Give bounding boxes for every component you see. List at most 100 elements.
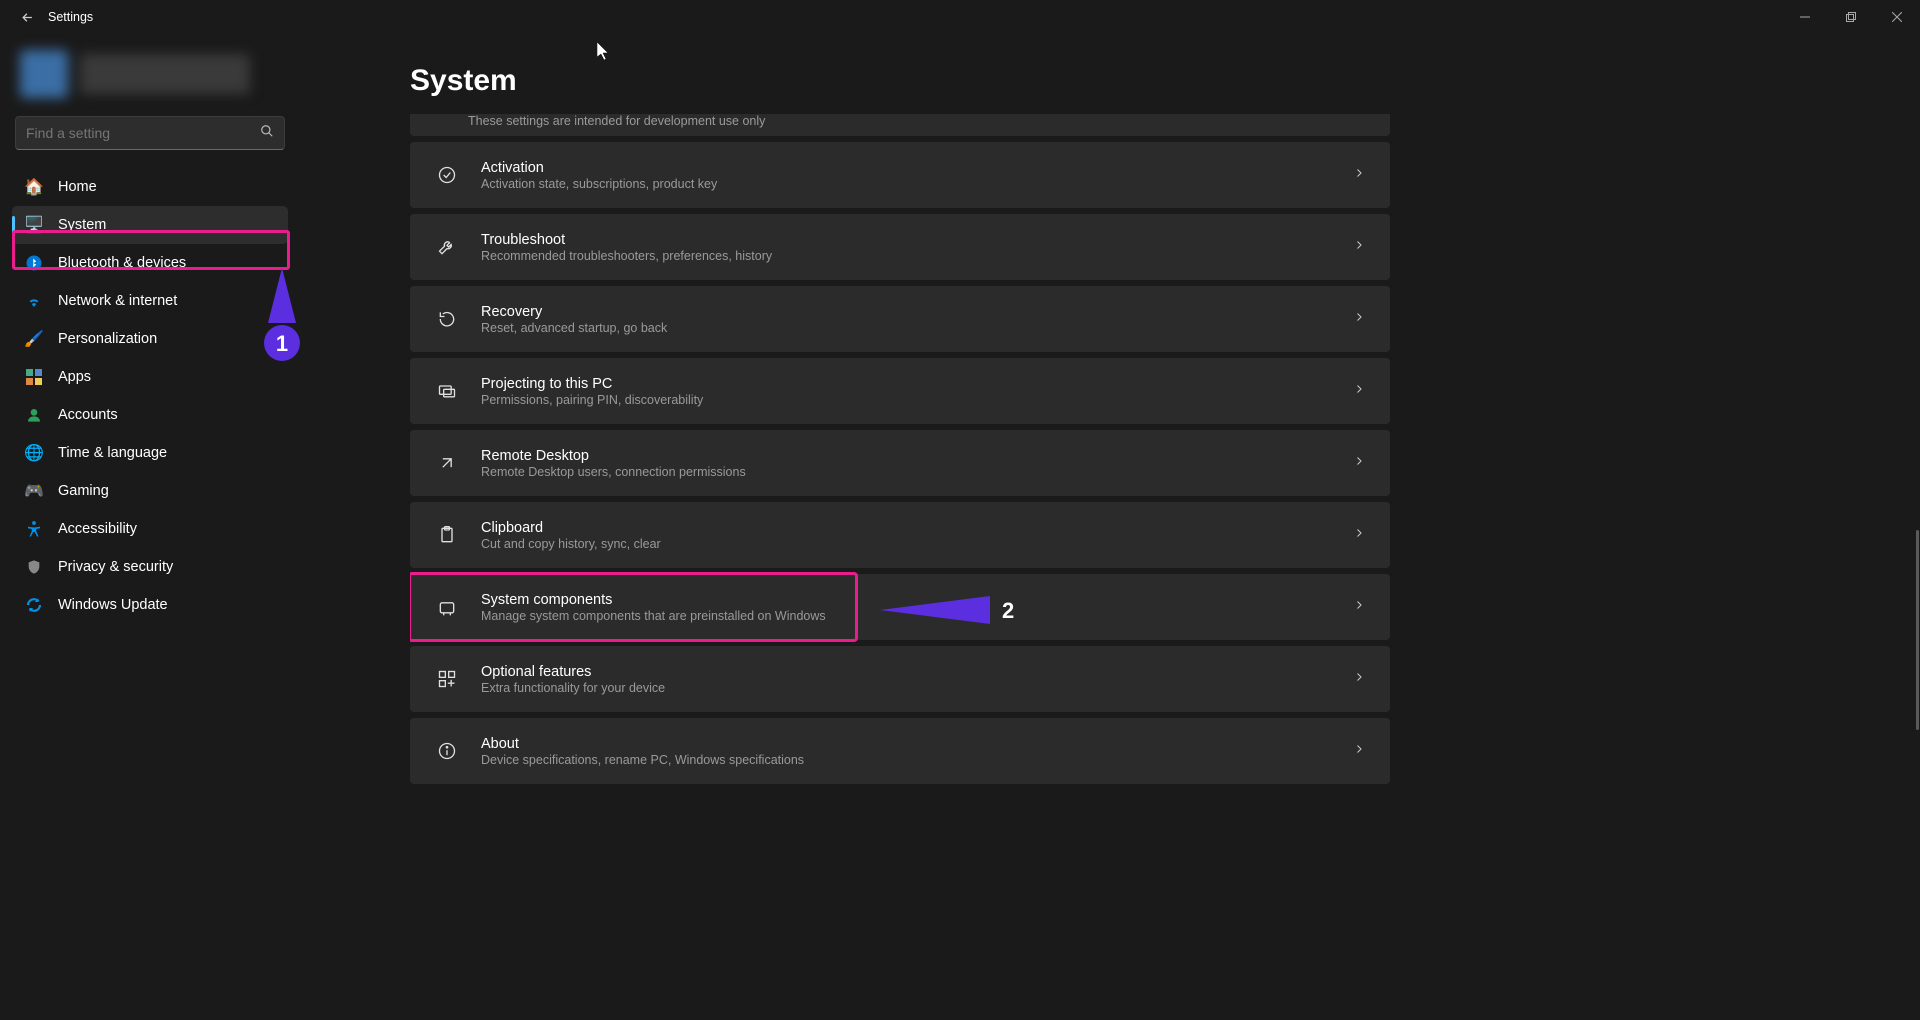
update-icon — [24, 595, 44, 615]
remote-desktop-icon — [435, 453, 459, 473]
components-icon — [435, 597, 459, 617]
minimize-button[interactable] — [1782, 0, 1828, 34]
card-recovery[interactable]: RecoveryReset, advanced startup, go back — [410, 286, 1390, 352]
card-sub: Extra functionality for your device — [481, 681, 665, 695]
card-developer-cutoff[interactable]: These settings are intended for developm… — [410, 114, 1390, 136]
card-about[interactable]: AboutDevice specifications, rename PC, W… — [410, 718, 1390, 784]
wifi-icon — [24, 291, 44, 311]
nav-item-system[interactable]: 🖥️System — [12, 206, 288, 244]
nav-item-network[interactable]: Network & internet — [12, 282, 288, 320]
chevron-right-icon — [1353, 598, 1365, 616]
nav-item-apps[interactable]: Apps — [12, 358, 288, 396]
card-sub: Manage system components that are preins… — [481, 609, 826, 623]
search-input[interactable] — [26, 125, 260, 141]
chevron-right-icon — [1353, 670, 1365, 688]
chevron-right-icon — [1353, 526, 1365, 544]
card-sub: Reset, advanced startup, go back — [481, 321, 667, 335]
settings-list: These settings are intended for developm… — [410, 114, 1920, 814]
avatar — [20, 50, 68, 98]
card-sub: Activation state, subscriptions, product… — [481, 177, 717, 191]
card-sub: Recommended troubleshooters, preferences… — [481, 249, 772, 263]
checkmark-circle-icon — [435, 165, 459, 185]
card-troubleshoot[interactable]: TroubleshootRecommended troubleshooters,… — [410, 214, 1390, 280]
chevron-right-icon — [1353, 382, 1365, 400]
nav-label: Gaming — [58, 483, 109, 499]
features-icon — [435, 669, 459, 689]
annotation-label-2: 2 — [1002, 598, 1014, 623]
chevron-right-icon — [1353, 310, 1365, 328]
card-title: Clipboard — [481, 520, 661, 536]
search-icon — [260, 124, 274, 143]
home-icon: 🏠 — [24, 177, 44, 197]
nav-label: Accessibility — [58, 521, 137, 537]
maximize-button[interactable] — [1828, 0, 1874, 34]
card-projecting[interactable]: Projecting to this PCPermissions, pairin… — [410, 358, 1390, 424]
system-icon: 🖥️ — [24, 215, 44, 235]
page-title: System — [410, 64, 1920, 98]
card-title: Troubleshoot — [481, 232, 772, 248]
chevron-right-icon — [1353, 742, 1365, 760]
nav-item-personalization[interactable]: 🖌️ Personalization — [12, 320, 288, 358]
card-sub: Permissions, pairing PIN, discoverabilit… — [481, 393, 703, 407]
nav-label: Privacy & security — [58, 559, 173, 575]
nav-label: Accounts — [58, 407, 118, 423]
chevron-right-icon — [1353, 238, 1365, 256]
title-bar: Settings — [0, 0, 1920, 34]
nav-label: Bluetooth & devices — [58, 255, 186, 271]
back-button[interactable] — [12, 2, 42, 32]
card-sub: These settings are intended for developm… — [468, 114, 765, 128]
nav-item-accessibility[interactable]: Accessibility — [12, 510, 288, 548]
card-sub: Cut and copy history, sync, clear — [481, 537, 661, 551]
nav-label: Windows Update — [58, 597, 168, 613]
nav-label: Home — [58, 179, 97, 195]
annotation-arrow-2: 2 — [880, 592, 1030, 637]
nav-label: Apps — [58, 369, 91, 385]
card-sub: Remote Desktop users, connection permiss… — [481, 465, 746, 479]
card-system-components[interactable]: System componentsManage system component… — [410, 574, 1390, 640]
content-area: System These settings are intended for d… — [300, 34, 1920, 1020]
chevron-right-icon — [1353, 454, 1365, 472]
card-clipboard[interactable]: ClipboardCut and copy history, sync, cle… — [410, 502, 1390, 568]
nav-item-gaming[interactable]: 🎮 Gaming — [12, 472, 288, 510]
scrollbar-thumb[interactable] — [1916, 530, 1919, 730]
accessibility-icon — [24, 519, 44, 539]
card-title: Optional features — [481, 664, 665, 680]
gamepad-icon: 🎮 — [24, 481, 44, 501]
apps-icon — [24, 367, 44, 387]
shield-icon — [24, 557, 44, 577]
arrow-left-icon — [20, 10, 35, 25]
card-sub: Device specifications, rename PC, Window… — [481, 753, 804, 767]
clipboard-icon — [435, 525, 459, 545]
bluetooth-icon — [24, 253, 44, 273]
search-box[interactable] — [15, 116, 285, 150]
card-title: Remote Desktop — [481, 448, 746, 464]
sidebar: 🏠 Home 🖥️System Bluetooth & devices Netwo… — [0, 34, 300, 1020]
nav-item-accounts[interactable]: Accounts — [12, 396, 288, 434]
card-remote-desktop[interactable]: Remote DesktopRemote Desktop users, conn… — [410, 430, 1390, 496]
nav-item-home[interactable]: 🏠 Home — [12, 168, 288, 206]
projecting-icon — [435, 381, 459, 401]
profile-section[interactable] — [10, 34, 290, 114]
nav-item-windows-update[interactable]: Windows Update — [12, 586, 288, 624]
nav-label: Personalization — [58, 331, 157, 347]
scrollbar[interactable] — [1914, 100, 1920, 1020]
brush-icon: 🖌️ — [24, 329, 44, 349]
info-icon — [435, 741, 459, 761]
nav-item-bluetooth[interactable]: Bluetooth & devices — [12, 244, 288, 282]
card-title: Recovery — [481, 304, 667, 320]
close-button[interactable] — [1874, 0, 1920, 34]
card-title: About — [481, 736, 804, 752]
nav-item-time-language[interactable]: 🌐Time & language — [12, 434, 288, 472]
person-icon — [24, 405, 44, 425]
card-activation[interactable]: ActivationActivation state, subscription… — [410, 142, 1390, 208]
nav-label: Network & internet — [58, 293, 177, 309]
window-title: Settings — [48, 10, 93, 24]
close-icon — [1892, 12, 1902, 22]
nav-item-privacy[interactable]: Privacy & security — [12, 548, 288, 586]
recovery-icon — [435, 309, 459, 329]
maximize-icon — [1846, 12, 1856, 22]
nav-list: 🏠 Home 🖥️System Bluetooth & devices Netwo… — [10, 168, 290, 624]
card-optional-features[interactable]: Optional featuresExtra functionality for… — [410, 646, 1390, 712]
card-title: System components — [481, 592, 826, 608]
chevron-right-icon — [1353, 166, 1365, 184]
